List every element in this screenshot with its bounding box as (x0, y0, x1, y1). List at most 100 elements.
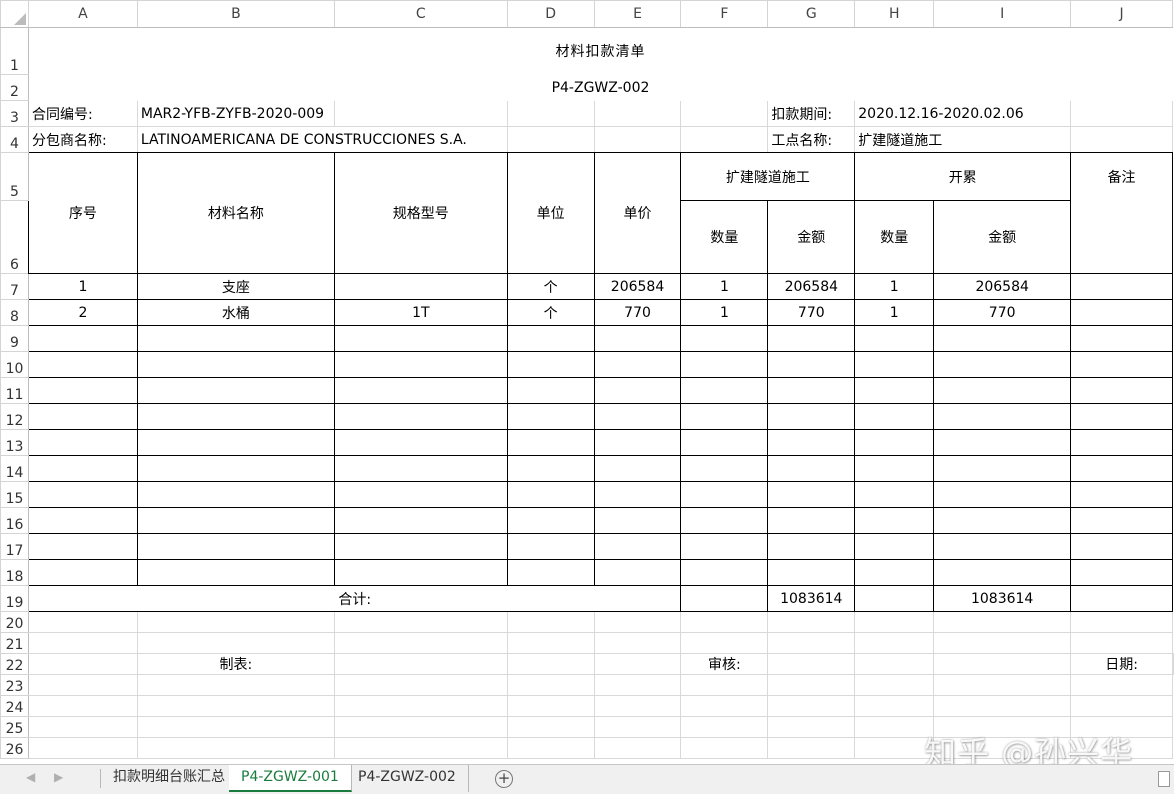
table-cell[interactable] (1070, 429, 1173, 456)
table-cell[interactable] (854, 351, 935, 378)
table-cell[interactable] (933, 403, 1072, 430)
table-cell[interactable] (767, 403, 856, 430)
total-qty-cumulative[interactable] (854, 585, 935, 612)
spreadsheet-grid[interactable]: A B C D E F G H I J 1 材料扣款清单 2 P4-ZGWZ-0… (0, 0, 1174, 764)
tab-p4-zgwz-002[interactable]: P4-ZGWZ-002 (346, 765, 469, 792)
table-cell[interactable] (136, 481, 335, 508)
table-cell[interactable] (680, 455, 769, 482)
cell[interactable] (27, 632, 138, 654)
table-cell[interactable] (136, 429, 335, 456)
cell[interactable] (506, 632, 595, 654)
header-amount-cumulative[interactable]: 金额 (933, 200, 1072, 274)
table-cell[interactable] (506, 559, 595, 586)
column-header-e[interactable]: E (593, 0, 682, 28)
table-cell[interactable] (27, 559, 138, 586)
cell[interactable] (1070, 126, 1173, 153)
cell[interactable] (854, 632, 935, 654)
cell[interactable] (333, 611, 508, 633)
prev-sheet-icon[interactable]: ◀ (26, 770, 35, 784)
cell[interactable] (680, 632, 769, 654)
cell[interactable] (333, 737, 508, 759)
column-header-c[interactable]: C (333, 0, 508, 28)
cell[interactable] (333, 716, 508, 738)
table-cell[interactable] (854, 559, 935, 586)
cell[interactable] (593, 653, 682, 675)
cell[interactable] (593, 737, 682, 759)
table-cell[interactable] (27, 351, 138, 378)
cell[interactable] (506, 611, 595, 633)
cell[interactable] (27, 653, 138, 675)
column-header-d[interactable]: D (506, 0, 595, 28)
reviewer-label[interactable]: 审核: (680, 653, 769, 675)
table-cell[interactable] (854, 507, 935, 534)
table-cell[interactable] (680, 429, 769, 456)
cell[interactable] (680, 126, 769, 153)
cell[interactable] (333, 100, 508, 127)
cell[interactable] (506, 100, 595, 127)
table-cell[interactable] (136, 377, 335, 404)
table-cell[interactable] (506, 481, 595, 508)
table-cell[interactable] (333, 325, 508, 352)
total-remark[interactable] (1070, 585, 1173, 612)
column-header-h[interactable]: H (854, 0, 935, 28)
cell[interactable] (27, 695, 138, 717)
cell[interactable] (854, 674, 935, 696)
total-amount-cumulative[interactable]: 1083614 (933, 585, 1072, 612)
row-header-13[interactable]: 13 (0, 429, 29, 456)
table-cell[interactable] (136, 403, 335, 430)
cell[interactable] (680, 100, 769, 127)
cell[interactable] (136, 611, 335, 633)
cell[interactable] (333, 632, 508, 654)
row-header-25[interactable]: 25 (0, 716, 29, 738)
table-cell[interactable] (933, 481, 1072, 508)
column-header-a[interactable]: A (27, 0, 138, 28)
cell[interactable] (593, 695, 682, 717)
cell[interactable] (506, 674, 595, 696)
row-header-16[interactable]: 16 (0, 507, 29, 534)
table-cell[interactable] (506, 429, 595, 456)
cell[interactable] (506, 653, 595, 675)
cell[interactable] (767, 737, 856, 759)
cell[interactable] (136, 674, 335, 696)
table-cell[interactable] (767, 533, 856, 560)
table-cell[interactable] (593, 559, 682, 586)
item-spec[interactable] (333, 273, 508, 300)
column-header-j[interactable]: J (1070, 0, 1173, 28)
table-cell[interactable] (136, 559, 335, 586)
table-cell[interactable] (854, 429, 935, 456)
table-cell[interactable] (767, 481, 856, 508)
item-remark[interactable] (1070, 273, 1173, 300)
row-header-8[interactable]: 8 (0, 299, 29, 326)
sheet-title[interactable]: 材料扣款清单 (28, 28, 1172, 75)
table-cell[interactable] (933, 507, 1072, 534)
total-qty-construction[interactable] (680, 585, 769, 612)
row-header-23[interactable]: 23 (0, 674, 29, 696)
table-cell[interactable] (27, 403, 138, 430)
total-label[interactable]: 合计: (27, 585, 682, 612)
table-cell[interactable] (767, 455, 856, 482)
header-remark-lower[interactable] (1070, 200, 1173, 274)
table-cell[interactable] (506, 403, 595, 430)
cell[interactable] (854, 716, 935, 738)
table-cell[interactable] (1070, 455, 1173, 482)
table-cell[interactable] (333, 455, 508, 482)
table-cell[interactable] (933, 325, 1072, 352)
table-cell[interactable] (933, 533, 1072, 560)
table-cell[interactable] (1070, 325, 1173, 352)
sheet-code[interactable]: P4-ZGWZ-002 (28, 75, 1172, 101)
item-qty-construction[interactable]: 1 (680, 273, 769, 300)
table-cell[interactable] (767, 377, 856, 404)
table-cell[interactable] (933, 455, 1072, 482)
table-cell[interactable] (136, 351, 335, 378)
table-cell[interactable] (593, 429, 682, 456)
table-cell[interactable] (593, 533, 682, 560)
period-value[interactable]: 2020.12.16-2020.02.06 (854, 100, 1072, 127)
item-qty-construction[interactable]: 1 (680, 299, 769, 326)
row-header-4[interactable]: 4 (0, 126, 29, 153)
table-cell[interactable] (593, 455, 682, 482)
item-price[interactable]: 206584 (593, 273, 682, 300)
table-cell[interactable] (854, 325, 935, 352)
table-cell[interactable] (333, 481, 508, 508)
cell[interactable] (767, 611, 856, 633)
column-header-f[interactable]: F (680, 0, 769, 28)
